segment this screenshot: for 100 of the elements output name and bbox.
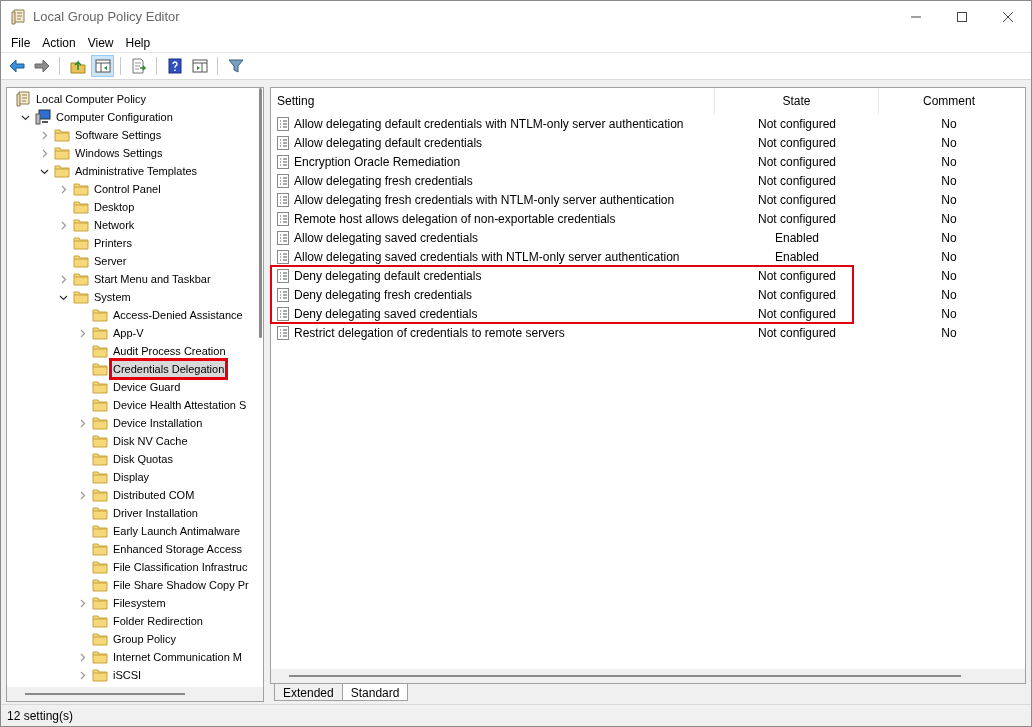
folder-icon <box>92 505 108 521</box>
folder-icon <box>92 649 108 665</box>
comment-cell-text: No <box>940 115 958 133</box>
tree-item[interactable]: Driver Installation <box>111 504 200 522</box>
tree-item[interactable]: Enhanced Storage Access <box>111 540 245 558</box>
folder-icon <box>92 433 108 449</box>
folder-icon <box>92 361 108 377</box>
tree-item[interactable]: File Share Shadow Copy Pr <box>111 576 251 594</box>
tree-item[interactable]: Filesystem <box>111 594 168 612</box>
tree-item[interactable]: Server <box>92 252 129 270</box>
folder-icon <box>92 631 108 647</box>
status-text: 12 setting(s) <box>7 707 74 725</box>
policy-setting-icon <box>277 192 289 207</box>
tree-item[interactable]: Display <box>111 468 152 486</box>
filter-icon <box>227 58 244 74</box>
policy-setting-icon <box>277 173 289 188</box>
tree-item[interactable]: Internet Communication M <box>111 648 244 666</box>
policy-setting-icon <box>277 306 289 321</box>
state-cell-text: Enabled <box>773 229 820 247</box>
tree-item[interactable]: Device Health Attestation S <box>111 396 249 414</box>
view-tab[interactable]: Standard <box>341 684 409 701</box>
setting-name[interactable]: Deny delegating saved credentials <box>294 304 478 323</box>
tree-item[interactable]: Local Computer Policy <box>34 90 149 108</box>
folder-icon <box>73 289 89 305</box>
pane-toggle-icon <box>94 58 111 74</box>
tree-item[interactable]: Start Menu and Taskbar <box>92 270 213 288</box>
menu-item[interactable]: View <box>81 33 120 52</box>
policy-setting-icon <box>277 135 289 150</box>
tree-item[interactable]: Early Launch Antimalware <box>111 522 243 540</box>
tree-item[interactable]: Network <box>92 216 137 234</box>
tree-item[interactable]: Device Guard <box>111 378 183 396</box>
state-cell-text: Not configured <box>756 153 837 171</box>
tree-item[interactable]: Computer Configuration <box>54 108 175 126</box>
column-header[interactable]: State <box>715 88 879 114</box>
tree-item[interactable]: App-V <box>111 324 146 342</box>
tree-item[interactable]: Software Settings <box>73 126 164 144</box>
folder-icon <box>54 145 70 161</box>
setting-name[interactable]: Deny delegating default credentials <box>294 266 482 285</box>
tree-item[interactable]: Control Panel <box>92 180 163 198</box>
tree-item[interactable]: Distributed COM <box>111 486 197 504</box>
scrollbar-thumb[interactable] <box>258 88 262 338</box>
setting-name[interactable]: Allow delegating fresh credentials <box>294 171 473 190</box>
tree-item[interactable]: Folder Redirection <box>111 612 205 630</box>
setting-name[interactable]: Allow delegating fresh credentials with NTLM-only server authentication <box>294 190 675 209</box>
folder-icon <box>73 199 89 215</box>
scrollbar-thumb[interactable] <box>25 693 185 695</box>
window-title: Local Group Policy Editor <box>33 8 180 27</box>
tree-item[interactable]: System <box>92 288 133 306</box>
state-cell-text: Not configured <box>756 267 837 285</box>
view-tab[interactable]: Extended <box>274 684 343 701</box>
tree-item[interactable]: iSCSI <box>111 666 144 684</box>
setting-name[interactable]: Remote host allows delegation of non-exportable credentials <box>294 209 616 228</box>
tree-item[interactable]: Windows Settings <box>73 144 165 162</box>
tree-item[interactable]: Credentials Delegation <box>111 360 227 378</box>
tree-item[interactable]: Access-Denied Assistance <box>111 306 245 324</box>
folder-icon <box>92 541 108 557</box>
pane-view-icon <box>191 58 208 74</box>
column-header[interactable]: Comment <box>879 88 1019 114</box>
pane-toggle-button[interactable] <box>91 55 114 77</box>
tree-item[interactable]: Disk NV Cache <box>111 432 190 450</box>
menu-item[interactable]: Action <box>36 33 82 52</box>
folder-icon <box>92 397 108 413</box>
menu-item[interactable]: File <box>5 33 37 52</box>
folder-icon <box>73 271 89 287</box>
comment-cell-text: No <box>940 134 958 152</box>
menu-item[interactable]: Help <box>119 33 157 52</box>
tree-item[interactable]: Administrative Templates <box>73 162 200 180</box>
policy-setting-icon <box>277 230 289 245</box>
tree-item[interactable]: Disk Quotas <box>111 450 175 468</box>
setting-name[interactable]: Deny delegating fresh credentials <box>294 285 473 304</box>
setting-name[interactable]: Allow delegating default credentials <box>294 133 483 152</box>
tree-item[interactable]: Device Installation <box>111 414 205 432</box>
state-cell-text: Not configured <box>756 286 837 304</box>
comment-cell-text: No <box>940 210 958 228</box>
computer-icon <box>35 109 51 125</box>
folder-icon <box>92 343 108 359</box>
folder-icon <box>92 613 108 629</box>
comment-cell-text: No <box>940 286 958 304</box>
state-cell-text: Not configured <box>756 210 837 228</box>
column-header[interactable]: Setting <box>271 88 715 114</box>
tree-item[interactable]: Group Policy <box>111 630 178 648</box>
tree-item[interactable]: Desktop <box>92 198 137 216</box>
tree-item[interactable]: File Classification Infrastruc <box>111 558 250 576</box>
tree-item[interactable]: Printers <box>92 234 134 252</box>
folder-icon <box>92 469 108 485</box>
setting-name[interactable]: Allow delegating saved credentials <box>294 228 479 247</box>
folder-icon <box>54 163 70 179</box>
close-icon <box>1003 12 1013 22</box>
policy-setting-icon <box>277 116 289 131</box>
setting-name[interactable]: Allow delegating default credentials with NTLM-only server authentication <box>294 114 684 133</box>
tree-item[interactable]: Audit Process Creation <box>111 342 228 360</box>
scrollbar-thumb[interactable] <box>289 675 961 677</box>
policy-setting-icon <box>277 325 289 340</box>
folder-icon <box>73 181 89 197</box>
folder-icon <box>73 235 89 251</box>
setting-name[interactable]: Encryption Oracle Remediation <box>294 152 461 171</box>
setting-name[interactable]: Allow delegating saved credentials with NTLM-only server authentication <box>294 247 680 266</box>
setting-name[interactable]: Restrict delegation of credentials to remote servers <box>294 323 565 342</box>
export-list-icon <box>130 58 147 74</box>
folder-icon <box>92 523 108 539</box>
